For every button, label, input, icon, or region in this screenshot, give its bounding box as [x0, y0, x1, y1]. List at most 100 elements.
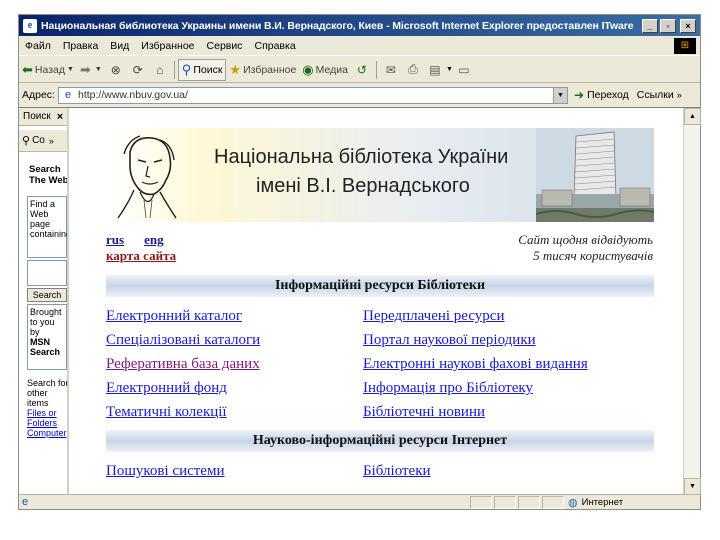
status-panel	[518, 496, 540, 509]
sidebar-find-text: Find a Web page containing	[27, 196, 67, 258]
vernadsky-portrait	[117, 135, 177, 219]
banner-title-line2: імені В.І. Вернадського	[256, 175, 470, 197]
link-about-library[interactable]: Інформація про Бібліотеку	[363, 376, 588, 400]
section-library-resources: Інформаційні ресурси Бібліотеки	[106, 275, 654, 297]
sidebar-close-icon[interactable]: ×	[57, 111, 63, 123]
menu-file[interactable]: Файл	[19, 40, 57, 52]
print-icon[interactable]: ⎙	[404, 61, 422, 79]
sidebar-search-input[interactable]	[27, 260, 67, 286]
link-libraries[interactable]: Бібліотеки	[363, 459, 431, 483]
address-input[interactable]: e http://www.nbuv.gov.ua/ ▼	[58, 86, 568, 104]
chevron-down-icon[interactable]: ▼	[446, 66, 453, 73]
lang-rus-link[interactable]: rus	[106, 232, 124, 248]
maximize-button[interactable]: ▫	[660, 18, 676, 33]
discuss-icon[interactable]: ▭	[455, 61, 473, 79]
back-label: Назад	[34, 63, 65, 76]
search-label: Поиск	[193, 63, 223, 76]
close-button[interactable]: ×	[680, 18, 696, 33]
content-area: Поиск × ⚲ Со » Search The Web Find a Web…	[19, 107, 701, 495]
link-electronic-catalog[interactable]: Електронний каталог	[106, 304, 260, 328]
computer-link[interactable]: Computer	[27, 428, 67, 438]
mail-icon[interactable]: ✉	[382, 61, 400, 79]
favorites-icon: ★	[229, 61, 242, 77]
home-icon[interactable]: ⌂	[151, 61, 169, 79]
back-button[interactable]: ⬅ Назад ▼	[19, 59, 77, 81]
history-icon[interactable]: ↺	[353, 61, 371, 79]
toolbar-separator	[173, 60, 175, 79]
sidebar-search-title: Search The Web	[29, 164, 69, 186]
security-zone: ◍ Интернет	[568, 496, 623, 509]
scroll-up-icon[interactable]: ▲	[684, 108, 701, 125]
sidebar-toolbar: ⚲ Со »	[19, 130, 67, 152]
zone-label: Интернет	[581, 497, 624, 508]
stop-icon[interactable]: ⊗	[107, 61, 125, 79]
media-label: Медиа	[315, 63, 348, 76]
link-special-catalogs[interactable]: Спеціалізовані каталоги	[106, 328, 260, 352]
ie-app-icon: e	[23, 18, 37, 33]
menu-favorites[interactable]: Избранное	[135, 40, 200, 52]
visitors-note: Сайт щодня відвідують 5 тисяч користувач…	[518, 232, 653, 264]
banner-title-line1: Національна бібліотека України	[214, 146, 509, 168]
search-icon: ⚲	[181, 61, 192, 77]
menu-view[interactable]: Вид	[104, 40, 135, 52]
toolbar: ⬅ Назад ▼ ➡ ▼ ⊗ ⟳ ⌂ ⚲ Поиск ★ Избранное …	[19, 57, 700, 83]
link-abstract-database[interactable]: Реферативна база даних	[106, 352, 260, 376]
address-dropdown-icon[interactable]: ▼	[553, 87, 567, 103]
media-icon: ◉	[302, 61, 314, 77]
forward-button[interactable]: ➡ ▼	[77, 59, 105, 81]
media-button[interactable]: ◉ Медиа	[299, 59, 351, 81]
title-bar: e Национальная библиотека Украины имени …	[19, 15, 700, 36]
sidebar-header: Поиск ×	[19, 108, 67, 126]
menu-edit[interactable]: Правка	[57, 40, 104, 52]
search-assistant-icon[interactable]: ⚲	[22, 134, 30, 147]
page-status-icon: e	[22, 496, 29, 508]
go-button[interactable]: ➜ Переход	[574, 88, 629, 102]
search-button[interactable]: ⚲ Поиск	[177, 58, 227, 81]
windows-flag-icon: ⊞	[674, 37, 696, 54]
back-arrow-icon: ⬅	[22, 61, 33, 77]
refresh-icon[interactable]: ⟳	[129, 61, 147, 79]
globe-icon: ◍	[568, 497, 578, 509]
msn-bold: MSN Search	[30, 337, 61, 357]
go-label: Переход	[587, 89, 629, 101]
sidebar-other-items: Search for other items Files or Folders …	[27, 378, 67, 438]
lang-eng-link[interactable]: eng	[144, 232, 164, 248]
site-map-link[interactable]: карта сайта	[106, 248, 176, 264]
menu-help[interactable]: Справка	[248, 40, 301, 52]
folders-link[interactable]: Folders	[27, 418, 67, 428]
sidebar-title: Поиск	[23, 111, 51, 122]
scroll-down-icon[interactable]: ▼	[684, 478, 701, 495]
chevron-right-icon[interactable]: »	[49, 136, 54, 146]
chevron-down-icon: ▼	[67, 66, 74, 73]
internet-resources-right: Бібліотеки	[363, 459, 431, 483]
sidebar-toolbar-label[interactable]: Со	[32, 135, 45, 146]
menu-bar: Файл Правка Вид Избранное Сервис Справка…	[19, 36, 700, 56]
link-professional-editions[interactable]: Електронні наукові фахові видання	[363, 352, 588, 376]
edit-icon[interactable]: ▤	[426, 61, 444, 79]
web-page: Національна бібліотека України імені В.І…	[71, 108, 683, 495]
status-panel	[470, 496, 492, 509]
chevron-right-icon[interactable]: »	[677, 90, 682, 100]
favorites-button[interactable]: ★ Избранное	[226, 59, 299, 81]
link-periodicals-portal[interactable]: Портал наукової періодики	[363, 328, 588, 352]
forward-arrow-icon: ➡	[79, 61, 91, 77]
files-link[interactable]: Files or	[27, 408, 67, 418]
internet-resources-left: Пошукові системи	[106, 459, 224, 483]
link-library-news[interactable]: Бібліотечні новини	[363, 400, 588, 424]
links-label[interactable]: Ссылки	[637, 89, 674, 101]
toolbar-separator	[375, 60, 377, 79]
search-sidebar: Поиск × ⚲ Со » Search The Web Find a Web…	[19, 108, 69, 495]
status-panel	[494, 496, 516, 509]
link-search-engines[interactable]: Пошукові системи	[106, 459, 224, 483]
visitors-line2: 5 тисяч користувачів	[533, 248, 653, 263]
library-resources-left: Електронний каталог Спеціалізовані катал…	[106, 304, 260, 424]
sidebar-search-button[interactable]: Search	[27, 288, 67, 302]
link-thematic-collections[interactable]: Тематичні колекції	[106, 400, 260, 424]
minimize-button[interactable]: _	[642, 18, 658, 33]
menu-tools[interactable]: Сервис	[201, 40, 249, 52]
link-electronic-fund[interactable]: Електронний фонд	[106, 376, 260, 400]
link-subscribed-resources[interactable]: Передплачені ресурси	[363, 304, 588, 328]
vertical-scrollbar[interactable]: ▲ ▼	[683, 108, 701, 495]
window-title: Национальная библиотека Украины имени В.…	[41, 19, 634, 32]
status-text-panel	[40, 496, 470, 509]
